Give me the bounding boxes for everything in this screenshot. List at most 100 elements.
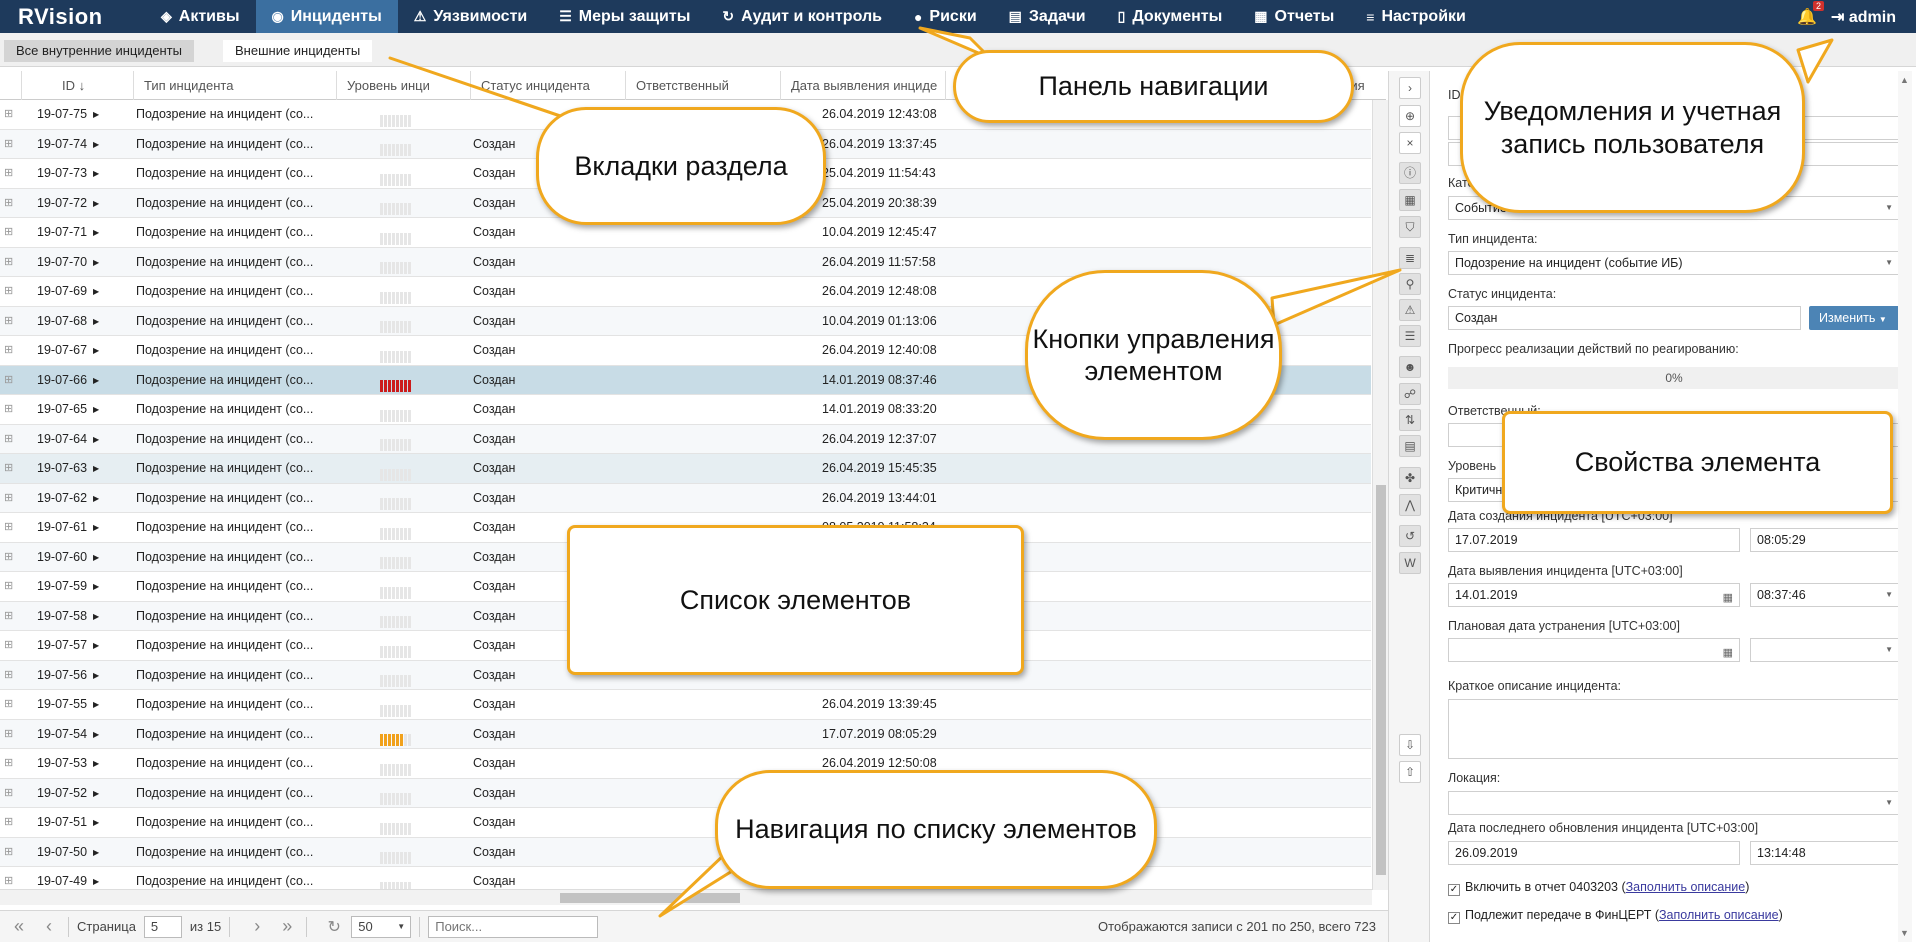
column-header-level[interactable]: Уровень инци (337, 71, 471, 100)
table-row[interactable]: ⊞ 19-07-50 ▶ Подозрение на инцидент (со... С… (0, 837, 1371, 867)
expand-row-icon[interactable]: ⊞ (4, 100, 18, 129)
calendar-icon[interactable]: ▦ (1723, 642, 1733, 664)
include-report-checkbox[interactable]: ✓ (1448, 884, 1460, 896)
puzzle-icon[interactable]: ✤ (1399, 467, 1421, 489)
expand-row-icon[interactable]: ⊞ (4, 484, 18, 513)
row-menu-arrow-icon[interactable]: ▶ (93, 690, 103, 719)
row-menu-arrow-icon[interactable]: ▶ (93, 513, 103, 542)
expand-row-icon[interactable]: ⊞ (4, 277, 18, 306)
expand-row-icon[interactable]: ⊞ (4, 602, 18, 631)
row-menu-arrow-icon[interactable]: ▶ (93, 454, 103, 483)
fill-description-link-1[interactable]: Заполнить описание (1626, 880, 1746, 894)
column-header-type[interactable]: Тип инцидента (134, 71, 337, 100)
expand-row-icon[interactable]: ⊞ (4, 130, 18, 159)
planned-time-select[interactable] (1750, 638, 1900, 662)
refresh-icon[interactable]: ↻ (323, 917, 345, 937)
expand-row-icon[interactable]: ⊞ (4, 838, 18, 867)
column-header-status[interactable]: Статус инцидента (471, 71, 626, 100)
expand-row-icon[interactable]: ⊞ (4, 189, 18, 218)
prev-page-icon[interactable]: ‹ (38, 916, 60, 937)
nav-item-0[interactable]: ◈ Активы (145, 0, 256, 33)
warning-icon[interactable]: ⚠ (1399, 299, 1421, 321)
row-menu-arrow-icon[interactable]: ▶ (93, 336, 103, 365)
last-page-icon[interactable]: » (276, 916, 298, 937)
next-page-icon[interactable]: › (246, 916, 268, 937)
row-menu-arrow-icon[interactable]: ▶ (93, 749, 103, 778)
paperclip-icon[interactable]: ⚲ (1399, 273, 1421, 295)
row-menu-arrow-icon[interactable]: ▶ (93, 808, 103, 837)
scroll-down-icon[interactable]: ▼ (1900, 928, 1909, 938)
expand-row-icon[interactable]: ⊞ (4, 307, 18, 336)
expand-row-icon[interactable]: ⊞ (4, 395, 18, 424)
row-menu-arrow-icon[interactable]: ▶ (93, 602, 103, 631)
user-icon[interactable]: ☻ (1399, 356, 1421, 378)
expand-row-icon[interactable]: ⊞ (4, 690, 18, 719)
row-menu-arrow-icon[interactable]: ▶ (93, 572, 103, 601)
row-menu-arrow-icon[interactable]: ▶ (93, 277, 103, 306)
scroll-up-icon[interactable]: ▲ (1900, 75, 1909, 85)
expand-row-icon[interactable]: ⊞ (4, 661, 18, 690)
row-menu-arrow-icon[interactable]: ▶ (93, 425, 103, 454)
info-icon[interactable]: ⓘ (1399, 162, 1421, 184)
graph-icon[interactable]: ⋀ (1399, 494, 1421, 516)
grid-vertical-scrollbar[interactable] (1372, 100, 1388, 890)
expand-row-icon[interactable]: ⊞ (4, 720, 18, 749)
row-menu-arrow-icon[interactable]: ▶ (93, 366, 103, 395)
tab-internal-incidents[interactable]: Все внутренние инциденты (4, 40, 194, 62)
properties-scrollbar[interactable]: ▲ ▼ (1898, 71, 1912, 942)
expand-row-icon[interactable]: ⊞ (4, 248, 18, 277)
word-icon[interactable]: W (1399, 552, 1421, 574)
calendar-icon[interactable]: ▦ (1723, 587, 1733, 609)
nav-item-6[interactable]: ▤ Задачи (993, 0, 1102, 33)
nav-item-2[interactable]: ⚠ Уязвимости (398, 0, 543, 33)
row-menu-arrow-icon[interactable]: ▶ (93, 248, 103, 277)
table-row[interactable]: ⊞ 19-07-55 ▶ Подозрение на инцидент (со... С… (0, 690, 1371, 720)
row-menu-arrow-icon[interactable]: ▶ (93, 218, 103, 247)
fincert-checkbox[interactable]: ✓ (1448, 912, 1460, 924)
row-menu-arrow-icon[interactable]: ▶ (93, 100, 103, 129)
column-header-id[interactable]: ID ↓ (22, 71, 134, 100)
expand-row-icon[interactable]: ⊞ (4, 454, 18, 483)
horizontal-scroll-thumb[interactable] (560, 893, 740, 903)
row-menu-arrow-icon[interactable]: ▶ (93, 631, 103, 660)
table-row[interactable]: ⊞ 19-07-51 ▶ Подозрение на инцидент (со... С… (0, 808, 1371, 838)
expand-row-icon[interactable]: ⊞ (4, 749, 18, 778)
grid-horizontal-scrollbar[interactable] (0, 889, 1372, 905)
export-icon[interactable]: ⇧ (1399, 761, 1421, 783)
planned-date-field[interactable]: ▦ (1448, 638, 1740, 662)
row-menu-arrow-icon[interactable]: ▶ (93, 543, 103, 572)
notifications-bell-icon[interactable]: 🔔 2 (1797, 0, 1825, 27)
table-row[interactable]: ⊞ 19-07-63 ▶ Подозрение на инцидент (со... С… (0, 454, 1371, 484)
fill-description-link-2[interactable]: Заполнить описание (1659, 908, 1779, 922)
shield-icon[interactable]: ⛉ (1399, 216, 1421, 238)
nav-item-1[interactable]: ◉ Инциденты (255, 0, 398, 33)
user-account-button[interactable]: ⇥ admin (1831, 7, 1896, 27)
import-icon[interactable]: ⇩ (1399, 734, 1421, 756)
row-menu-arrow-icon[interactable]: ▶ (93, 720, 103, 749)
expand-row-icon[interactable]: ⊞ (4, 336, 18, 365)
row-menu-arrow-icon[interactable]: ▶ (93, 838, 103, 867)
table-icon[interactable]: ▦ (1399, 189, 1421, 211)
expand-row-icon[interactable]: ⊞ (4, 779, 18, 808)
tab-external-incidents[interactable]: Внешние инциденты (223, 40, 373, 62)
detected-date-field[interactable]: 14.01.2019 ▦ (1448, 583, 1740, 607)
add-icon[interactable]: ⊕ (1399, 105, 1421, 127)
nav-item-4[interactable]: ↻ Аудит и контроль (706, 0, 898, 33)
expand-row-icon[interactable]: ⊞ (4, 513, 18, 542)
expand-row-icon[interactable]: ⊞ (4, 425, 18, 454)
expand-row-icon[interactable]: ⊞ (4, 366, 18, 395)
change-status-button[interactable]: Изменить ▼ (1809, 306, 1900, 330)
row-menu-arrow-icon[interactable]: ▶ (93, 189, 103, 218)
sort-icon[interactable]: ⇅ (1399, 409, 1421, 431)
nav-item-3[interactable]: ☰ Меры защиты (543, 0, 706, 33)
expand-row-icon[interactable]: ⊞ (4, 572, 18, 601)
nav-item-8[interactable]: ▦ Отчеты (1238, 0, 1350, 33)
database-icon[interactable]: ≣ (1399, 247, 1421, 269)
table-row[interactable]: ⊞ 19-07-54 ▶ Подозрение на инцидент (со... С… (0, 719, 1371, 749)
row-menu-arrow-icon[interactable]: ▶ (93, 779, 103, 808)
nav-item-7[interactable]: ▯ Документы (1102, 0, 1239, 33)
row-menu-arrow-icon[interactable]: ▶ (93, 130, 103, 159)
column-header-detection-date[interactable]: Дата выявления инциде (781, 71, 946, 100)
table-row[interactable]: ⊞ 19-07-52 ▶ Подозрение на инцидент (со... С… (0, 778, 1371, 808)
collapse-icon[interactable]: › (1399, 77, 1421, 99)
